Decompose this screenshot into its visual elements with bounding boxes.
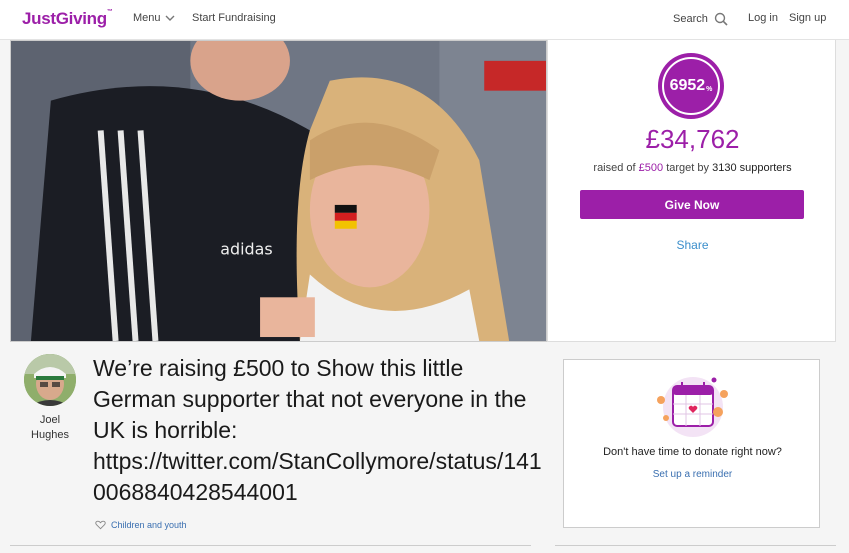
- amount-raised: £34,762: [645, 124, 740, 154]
- logo-text[interactable]: JustGiving: [22, 9, 107, 28]
- supporters-count: 3130 supporters: [712, 162, 792, 174]
- hero-image: adidas: [10, 40, 547, 342]
- category-label[interactable]: Children and youth: [111, 520, 187, 530]
- progress-percent: 6952%: [662, 57, 720, 115]
- raised-summary: raised of £500 target by 3130 supporters: [548, 162, 837, 174]
- content-divider: [10, 545, 531, 546]
- target-amount: £500: [638, 162, 664, 174]
- calendar-icon: [657, 377, 728, 437]
- start-fundraising-link[interactable]: Start Fundraising: [192, 12, 276, 24]
- fundraiser-profile[interactable]: Joel Hughes: [22, 354, 78, 443]
- search-button[interactable]: Search: [673, 12, 728, 26]
- login-link[interactable]: Log in: [748, 12, 778, 24]
- crying-girl-photo: adidas: [11, 41, 546, 341]
- svg-text:adidas: adidas: [220, 240, 272, 259]
- page-title: We’re raising £500 to Show this little G…: [93, 355, 542, 505]
- avatar-photo: [24, 354, 76, 406]
- site-header: JustGiving™ Menu Start Fundraising Searc…: [0, 0, 849, 40]
- fundraiser-first-name[interactable]: Joel: [22, 413, 78, 428]
- reminder-text: Don't have time to donate right now?: [603, 446, 782, 458]
- search-icon: [714, 12, 728, 26]
- menu-label[interactable]: Menu: [133, 12, 161, 24]
- percent-sign: %: [706, 85, 713, 93]
- give-now-button[interactable]: Give Now: [580, 190, 804, 219]
- percent-value: 6952: [669, 77, 706, 94]
- reminder-card: Don't have time to donate right now? Set…: [563, 359, 820, 528]
- donation-panel: 6952% £34,762 raised of £500 target by 3…: [547, 40, 836, 342]
- justgiving-logo[interactable]: JustGiving™: [22, 9, 113, 29]
- share-link[interactable]: Share: [548, 238, 837, 252]
- target-by-label: target by: [666, 162, 710, 174]
- chevron-down-icon: [165, 15, 175, 21]
- fundraiser-last-name[interactable]: Hughes: [22, 428, 78, 443]
- signup-link[interactable]: Sign up: [789, 12, 826, 24]
- heart-icon: [95, 520, 106, 530]
- avatar[interactable]: [24, 354, 76, 406]
- fundraiser-name[interactable]: Joel Hughes: [22, 413, 78, 443]
- logo-trademark: ™: [106, 9, 113, 15]
- category-tag[interactable]: Children and youth: [95, 520, 187, 530]
- raised-of-label: raised of: [593, 162, 636, 174]
- search-label[interactable]: Search: [673, 13, 708, 25]
- progress-ring: 6952%: [658, 53, 724, 119]
- sidebar-divider: [555, 545, 836, 546]
- set-reminder-link[interactable]: Set up a reminder: [564, 469, 821, 480]
- menu-button[interactable]: Menu: [133, 12, 175, 24]
